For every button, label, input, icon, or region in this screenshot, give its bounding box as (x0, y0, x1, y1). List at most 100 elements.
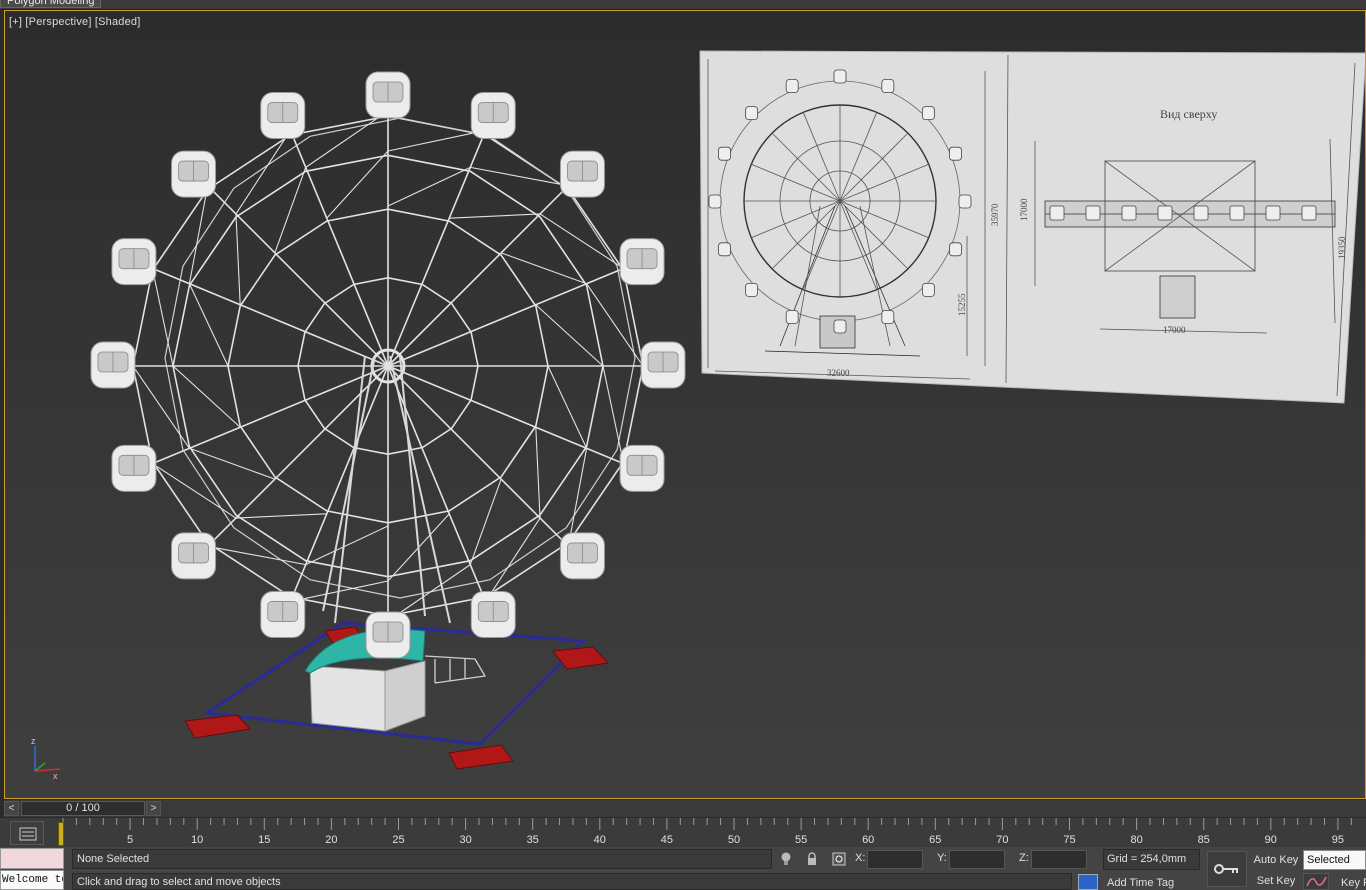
reference-gondola (949, 242, 962, 257)
dim-height-total: 35970 (990, 203, 1000, 226)
gondola[interactable] (171, 150, 217, 198)
z-label: Z: (1019, 852, 1029, 864)
time-tag-icon[interactable] (1078, 874, 1098, 890)
gondola[interactable] (619, 238, 665, 286)
track-bar-tick-label: 50 (728, 834, 740, 846)
gondola[interactable] (90, 341, 136, 389)
dim-plan-height-right: 19350 (1337, 236, 1347, 259)
lock-icon[interactable] (803, 849, 821, 869)
reference-gondola (881, 79, 895, 93)
gondola[interactable] (640, 341, 686, 389)
reference-gondola (1301, 205, 1317, 221)
track-bar[interactable]: 5 10 15 20 25 30 35 40 45 50 55 60 65 70 75 80 85 90 95 (0, 817, 1366, 847)
key-mode-dropdown[interactable]: Selected (1303, 850, 1366, 870)
top-view-title: Вид сверху (1160, 107, 1217, 121)
curve-editor-icon[interactable] (10, 821, 44, 845)
set-key-button[interactable]: Set Key (1252, 873, 1300, 890)
time-slider-prev-button[interactable]: < (4, 801, 19, 816)
viewport-shading-menu[interactable]: [Shaded] (95, 16, 141, 28)
track-bar-tick-label: 65 (929, 834, 941, 846)
key-filters-button[interactable]: Key Filters... (1341, 877, 1366, 889)
track-bar-tick-label: 10 (191, 834, 203, 846)
track-bar-tick-label: 35 (527, 834, 539, 846)
track-bar-tick-label: 60 (862, 834, 874, 846)
reference-gondola (785, 310, 799, 324)
reference-gondola (881, 310, 895, 324)
reference-gondola (958, 194, 972, 209)
y-coordinate-field[interactable] (949, 850, 1005, 869)
frame-cursor[interactable] (58, 822, 64, 846)
track-bar-tick-label: 30 (459, 834, 471, 846)
dim-plan-height-left: 17000 (1019, 198, 1029, 221)
reference-gondola (1265, 205, 1281, 221)
reference-image-plane[interactable]: Вид сверху 32600 35970 15255 17000 17000… (699, 50, 1366, 404)
viewport-menu-plus[interactable]: [+] (9, 16, 22, 28)
gondola[interactable] (470, 92, 516, 140)
track-bar-ruler[interactable]: 5 10 15 20 25 30 35 40 45 50 55 60 65 70 75 80 85 90 95 (60, 818, 1366, 848)
auto-key-button[interactable]: Auto Key (1252, 851, 1300, 871)
ribbon-tab-polygon-modeling[interactable]: Polygon Modeling (0, 0, 102, 8)
viewport-label[interactable]: [+] [Perspective] [Shaded] (9, 16, 141, 28)
track-bar-tick-label: 20 (325, 834, 337, 846)
gondola[interactable] (171, 532, 217, 580)
track-bar-tick-label: 15 (258, 834, 270, 846)
perspective-viewport[interactable]: Вид сверху 32600 35970 15255 17000 17000… (4, 10, 1366, 799)
reference-gondola (745, 106, 759, 121)
maxscript-listener-input[interactable] (0, 848, 64, 869)
add-time-tag-button[interactable]: Add Time Tag (1107, 877, 1174, 889)
absolute-mode-icon[interactable] (830, 849, 848, 869)
track-bar-tick-label: 85 (1198, 834, 1210, 846)
reference-gondola (1049, 205, 1065, 221)
axis-tripod: z x (31, 736, 61, 781)
track-bar-tick-label: 70 (996, 834, 1008, 846)
track-bar-tick-label: 75 (1063, 834, 1075, 846)
track-bar-tick-label: 90 (1265, 834, 1277, 846)
ferris-wheel-model[interactable] (90, 71, 686, 770)
gondola[interactable] (365, 611, 411, 659)
key-icon[interactable] (1207, 851, 1247, 887)
lightbulb-icon[interactable] (777, 849, 795, 869)
reference-gondola (833, 69, 847, 84)
ribbon-bar: Polygon Modeling (0, 0, 1366, 10)
track-bar-tick-label: 25 (392, 834, 404, 846)
maxscript-output[interactable]: Welcome to MAXScript (0, 870, 64, 890)
gondola[interactable] (111, 444, 157, 492)
gondola[interactable] (365, 71, 411, 119)
time-slider-next-button[interactable]: > (146, 801, 161, 816)
reference-gondola (1157, 205, 1173, 221)
reference-gondola (1229, 205, 1245, 221)
gondola[interactable] (111, 238, 157, 286)
reference-gondola (1121, 205, 1137, 221)
gondola[interactable] (619, 444, 665, 492)
gondola[interactable] (559, 532, 605, 580)
track-bar-tick-label: 45 (661, 834, 673, 846)
gondola[interactable] (470, 590, 516, 638)
reference-gondola (708, 194, 722, 209)
time-slider-thumb[interactable]: 0 / 100 (21, 801, 145, 816)
viewport-view-menu[interactable]: [Perspective] (25, 16, 91, 28)
reference-gondola (718, 146, 731, 161)
status-bar: Welcome to MAXScript None Selected X: Y:… (0, 847, 1366, 890)
prompt-line: Click and drag to select and move object… (72, 873, 1072, 890)
x-coordinate-field[interactable] (867, 850, 923, 869)
gondola[interactable] (559, 150, 605, 198)
selection-info: None Selected (72, 849, 772, 869)
track-bar-tick-label: 5 (127, 834, 133, 846)
gondola[interactable] (260, 590, 306, 638)
viewport-scene[interactable]: Вид сверху 32600 35970 15255 17000 17000… (5, 11, 1366, 799)
base-block[interactable] (552, 646, 610, 670)
reference-gondola (1193, 205, 1209, 221)
z-coordinate-field[interactable] (1031, 850, 1087, 869)
gondola[interactable] (260, 92, 306, 140)
base-block[interactable] (448, 744, 514, 770)
svg-text:z: z (31, 736, 36, 746)
base-block[interactable] (184, 714, 252, 739)
time-slider[interactable]: < 0 / 100 > (4, 800, 1366, 817)
reference-gondola (785, 79, 799, 93)
key-filter-icon[interactable] (1303, 873, 1329, 890)
track-bar-tick-label: 55 (795, 834, 807, 846)
x-label: X: (855, 852, 866, 864)
reference-gondola (921, 282, 935, 297)
reference-gondola (833, 319, 847, 334)
reference-gondola (949, 146, 962, 161)
